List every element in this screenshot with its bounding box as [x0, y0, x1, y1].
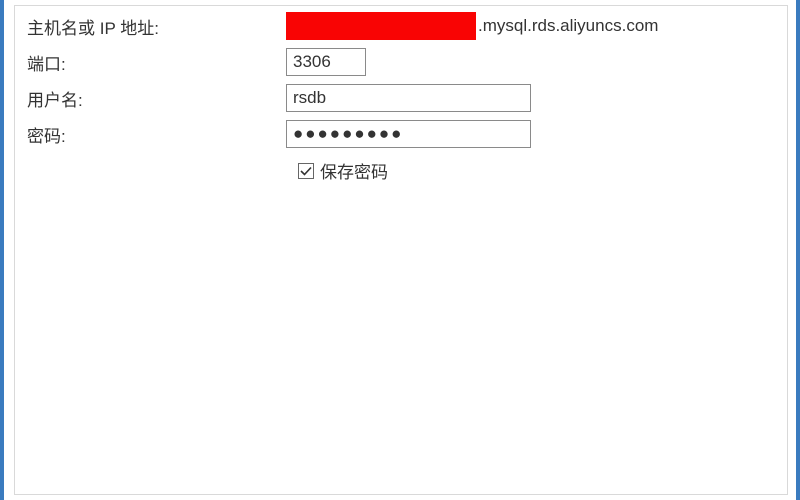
- user-input[interactable]: [286, 84, 531, 112]
- row-host: 主机名或 IP 地址: .mysql.rds.aliyuncs.com: [15, 8, 787, 44]
- label-port: 端口:: [21, 50, 286, 75]
- connection-dialog: 主机名或 IP 地址: .mysql.rds.aliyuncs.com 端口: …: [0, 0, 800, 500]
- check-icon: [300, 165, 312, 177]
- label-host: 主机名或 IP 地址:: [21, 14, 286, 39]
- row-save-password: 保存密码: [15, 152, 787, 187]
- password-input[interactable]: [286, 120, 531, 148]
- label-password: 密码:: [21, 122, 286, 147]
- label-user: 用户名:: [21, 86, 286, 111]
- form-panel: 主机名或 IP 地址: .mysql.rds.aliyuncs.com 端口: …: [14, 5, 788, 495]
- save-password-checkbox[interactable]: [298, 163, 314, 179]
- host-suffix: .mysql.rds.aliyuncs.com: [476, 16, 658, 36]
- save-password-label: 保存密码: [320, 158, 388, 183]
- host-redacted: [286, 12, 476, 40]
- row-port: 端口:: [15, 44, 787, 80]
- port-input[interactable]: [286, 48, 366, 76]
- host-field[interactable]: .mysql.rds.aliyuncs.com: [286, 12, 658, 40]
- row-user: 用户名:: [15, 80, 787, 116]
- row-password: 密码:: [15, 116, 787, 152]
